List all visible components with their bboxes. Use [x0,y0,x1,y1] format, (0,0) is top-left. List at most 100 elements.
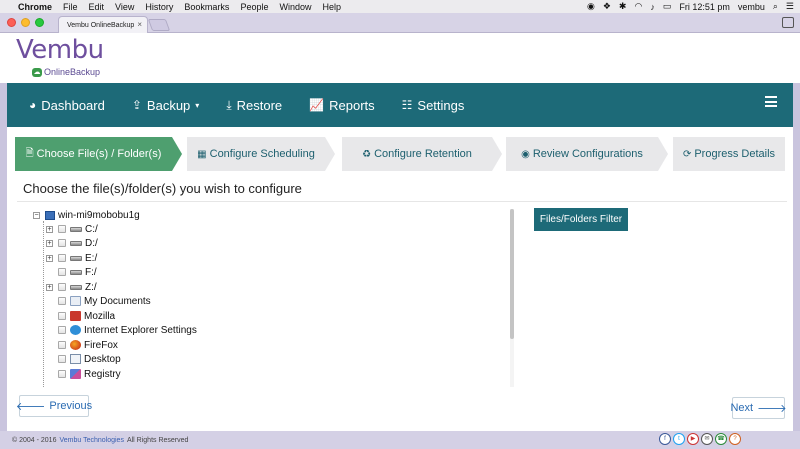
step-configure-retention-label: Configure Retention [374,148,472,160]
tree-checkbox[interactable] [58,239,66,247]
tree-checkbox[interactable] [58,254,66,262]
tree-checkbox[interactable] [58,225,66,233]
step-arrow [325,137,335,171]
tree-root[interactable]: − win-mi9mobobu1g [33,208,140,222]
twitter-icon[interactable]: t [673,433,685,445]
refresh-icon: ⟳ [682,148,692,160]
nav-settings[interactable]: ☷ Settings [402,98,465,113]
tree-checkbox[interactable] [58,326,66,334]
tree-item-registry[interactable]: Registry [46,367,121,381]
clock[interactable]: Fri 12:51 pm [679,2,730,12]
facebook-icon[interactable]: f [659,433,671,445]
tree-item-firefox[interactable]: FireFox [46,338,118,352]
phone-icon[interactable]: ☎ [715,433,727,445]
youtube-icon[interactable]: ▶ [687,433,699,445]
main-navbar: ◕ Dashboard ⇪ Backup ▾ ⤓ Restore 📈 Repor… [7,83,793,127]
recycle-icon: ♻ [362,148,372,160]
nav-restore[interactable]: ⤓ Restore [226,98,282,113]
menu-people[interactable]: People [240,2,268,12]
collapse-icon[interactable]: − [33,211,40,219]
menu-app-name[interactable]: Chrome [18,2,52,12]
help-icon[interactable]: ? [729,433,741,445]
close-window-button[interactable] [7,18,16,27]
tree-item-z[interactable]: + Z:/ [46,280,97,294]
menu-history[interactable]: History [145,2,173,12]
status-icon[interactable]: ◉ [587,1,595,12]
firefox-icon [70,340,81,350]
nav-dashboard[interactable]: ◕ Dashboard [29,98,105,113]
wifi-icon[interactable]: ◠ [634,1,642,12]
menu-file[interactable]: File [63,2,78,12]
tree-item-label: Z:/ [85,281,97,293]
tree-checkbox[interactable] [58,341,66,349]
calendar-icon: ▦ [197,148,207,160]
menu-view[interactable]: View [115,2,134,12]
maximize-window-button[interactable] [35,18,44,27]
user-name[interactable]: vembu [738,2,765,12]
step-progress-details-label: Progress Details [694,148,776,160]
nav-reports[interactable]: 📈 Reports [309,98,374,113]
next-button[interactable]: Next 🡒 [730,397,787,419]
menu-window[interactable]: Window [279,2,311,12]
tree-checkbox[interactable] [58,370,66,378]
nav-backup[interactable]: ⇪ Backup ▾ [132,98,199,113]
previous-label: Previous [49,400,93,412]
step-configure-retention[interactable]: ♻ Configure Retention [342,137,492,171]
scrollbar-thumb[interactable] [510,209,514,339]
new-tab-button[interactable] [147,19,171,31]
dropbox-icon[interactable]: ❖ [603,1,611,12]
bluetooth-icon[interactable]: ✱ [619,1,627,12]
spotlight-icon[interactable]: ⌕ [773,1,778,12]
company-link[interactable]: Vembu Technologies [59,437,123,444]
browser-tab[interactable]: Vembu OnlineBackup × [58,16,148,33]
eye-icon: ◉ [521,148,530,160]
footer: © 2004 - 2016 Vembu Technologies All Rig… [0,431,800,449]
tree-checkbox[interactable] [58,312,66,320]
download-icon: ⤓ [226,97,232,112]
previous-button[interactable]: 🡐 Previous [16,395,93,417]
tree-item-c[interactable]: + C:/ [46,222,98,236]
notification-center-icon[interactable]: ☰ [786,1,794,12]
expand-icon[interactable]: + [46,225,53,233]
tree-item-label: FireFox [84,339,118,351]
files-folders-filter-button[interactable]: Files/Folders Filter [534,208,628,231]
ie-icon [70,325,81,335]
close-tab-icon[interactable]: × [137,20,142,29]
menu-edit[interactable]: Edit [89,2,105,12]
nav-reports-label: Reports [329,97,375,113]
volume-icon[interactable]: ♪ [650,2,655,12]
nav-dashboard-label: Dashboard [41,97,105,113]
menu-help[interactable]: Help [322,2,341,12]
tree-item-my-documents[interactable]: My Documents [46,294,151,308]
email-icon[interactable]: ✉ [701,433,713,445]
tree-item-f[interactable]: F:/ [46,265,97,279]
step-progress-details[interactable]: ⟳ Progress Details [673,137,785,171]
tree-item-desktop[interactable]: Desktop [46,352,121,366]
tree-item-label: Registry [84,368,121,380]
minimize-window-button[interactable] [21,18,30,27]
step-review-configurations[interactable]: ◉ Review Configurations [506,137,658,171]
expand-icon[interactable]: + [46,283,53,291]
tree-checkbox[interactable] [58,297,66,305]
profile-icon[interactable] [782,17,794,28]
tree-scrollbar[interactable] [510,209,514,387]
tree-item-label: D:/ [85,237,98,249]
step-arrow [492,137,502,171]
tree-item-d[interactable]: + D:/ [46,236,98,250]
step-configure-scheduling[interactable]: ▦ Configure Scheduling [187,137,325,171]
tree-item-mozilla[interactable]: Mozilla [46,309,115,323]
tree-item-e[interactable]: + E:/ [46,251,97,265]
tree-checkbox[interactable] [58,268,66,276]
battery-icon[interactable]: ▭ [663,1,672,12]
step-choose-files[interactable]: 🗎 Choose File(s) / Folder(s) [15,137,172,171]
expand-icon[interactable]: + [46,254,53,262]
tree-checkbox[interactable] [58,355,66,363]
tree-checkbox[interactable] [58,283,66,291]
vembu-logo[interactable]: Vembu ☁ OnlineBackup [16,35,126,81]
menu-bookmarks[interactable]: Bookmarks [184,2,229,12]
hamburger-icon[interactable] [765,96,777,107]
expand-icon[interactable]: + [46,239,53,247]
tree-item-ie-settings[interactable]: Internet Explorer Settings [46,323,197,337]
